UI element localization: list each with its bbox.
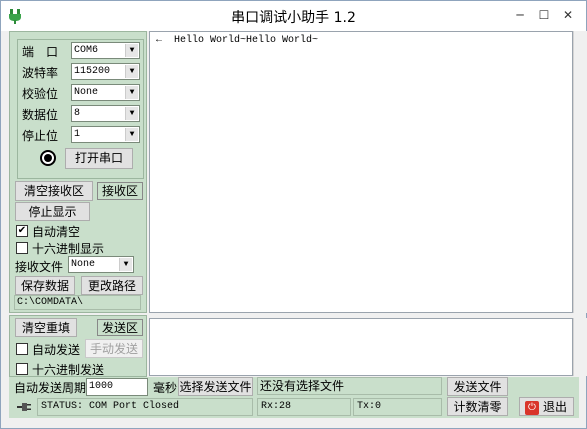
window-title: 串口调试小助手 1.2 <box>231 10 356 26</box>
rx-counter: Rx:28 <box>257 398 351 416</box>
baud-label: 波特率 <box>22 66 59 80</box>
port-status-indicator <box>40 150 56 166</box>
receive-textarea[interactable]: ← Hello World~Hello World~ <box>149 31 573 313</box>
baud-select-value: 115200 <box>74 66 111 77</box>
parity-select[interactable]: None ▼ <box>71 84 140 101</box>
receive-scrollbar[interactable] <box>573 31 587 313</box>
send-period-label: 自动发送周期 <box>14 381 87 395</box>
auto-clear-label: 自动清空 <box>32 225 81 239</box>
minimize-button[interactable]: ─ <box>511 7 529 23</box>
stopbits-select[interactable]: 1 ▼ <box>71 126 140 143</box>
stopbits-select-value: 1 <box>74 129 81 140</box>
title-bar: 串口调试小助手 1.2 ─ ☐ ✕ <box>1 1 586 31</box>
tx-counter: Tx:0 <box>353 398 442 416</box>
send-scrollbar[interactable] <box>573 318 587 376</box>
manual-send-button[interactable]: 手动发送 <box>85 339 143 358</box>
parity-label: 校验位 <box>22 87 59 101</box>
auto-send-checkbox[interactable] <box>16 343 28 355</box>
open-port-button[interactable]: 打开串口 <box>65 148 133 169</box>
chevron-down-icon: ▼ <box>125 107 138 120</box>
port-select[interactable]: COM6 ▼ <box>71 42 140 59</box>
maximize-button[interactable]: ☐ <box>535 7 553 23</box>
save-data-button[interactable]: 保存数据 <box>15 276 75 295</box>
baud-select[interactable]: 115200 ▼ <box>71 63 140 80</box>
chevron-down-icon: ▼ <box>125 44 138 57</box>
close-button[interactable]: ✕ <box>559 7 577 23</box>
hex-display-label: 十六进制显示 <box>32 242 105 256</box>
receive-file-value: None <box>71 259 96 270</box>
selected-file-field: 还没有选择文件 <box>257 377 442 395</box>
stop-display-button[interactable]: 停止显示 <box>15 202 90 221</box>
databits-label: 数据位 <box>22 108 59 122</box>
settings-panel: 端 口 COM6 ▼ 波特率 115200 ▼ 校验位 None ▼ 数据位 8… <box>9 31 147 313</box>
save-path-field: C:\COMDATA\ <box>14 295 141 310</box>
plug-status-icon <box>17 403 31 411</box>
clear-send-button[interactable]: 清空重填 <box>15 318 77 337</box>
port-label: 端 口 <box>22 45 59 59</box>
receive-area-tag: 接收区 <box>97 182 143 200</box>
databits-select[interactable]: 8 ▼ <box>71 105 140 122</box>
status-text: STATUS: COM Port Closed <box>37 398 253 416</box>
receive-file-label: 接收文件 <box>15 260 64 274</box>
auto-clear-checkbox[interactable]: ✔ <box>16 225 28 237</box>
hex-send-label: 十六进制发送 <box>32 363 105 377</box>
send-file-button[interactable]: 发送文件 <box>447 377 508 396</box>
reset-counter-button[interactable]: 计数清零 <box>447 397 508 416</box>
stopbits-label: 停止位 <box>22 129 59 143</box>
period-unit-label: 毫秒 <box>153 381 178 395</box>
select-send-file-button[interactable]: 选择发送文件 <box>178 377 253 396</box>
receive-content: ← Hello World~Hello World~ <box>156 35 319 46</box>
receive-file-select[interactable]: None ▼ <box>68 256 134 273</box>
hex-display-checkbox[interactable] <box>16 242 28 254</box>
chevron-down-icon: ▼ <box>125 128 138 141</box>
parity-select-value: None <box>74 87 99 98</box>
change-path-button[interactable]: 更改路径 <box>81 276 143 295</box>
databits-select-value: 8 <box>74 108 81 119</box>
send-controls-panel: 清空重填 发送区 自动发送 手动发送 十六进制发送 <box>9 315 147 377</box>
hex-send-checkbox[interactable] <box>16 363 28 375</box>
auto-send-label: 自动发送 <box>32 343 81 357</box>
port-select-value: COM6 <box>74 45 99 56</box>
power-icon: ⏻ <box>525 401 539 415</box>
chevron-down-icon: ▼ <box>125 86 138 99</box>
app-window: 串口调试小助手 1.2 ─ ☐ ✕ 端 口 COM6 ▼ 波特率 115200 … <box>0 0 587 429</box>
exit-label: 退出 <box>542 400 567 414</box>
clear-receive-button[interactable]: 清空接收区 <box>15 181 93 201</box>
send-area-tag: 发送区 <box>97 319 143 336</box>
send-period-input[interactable]: 1000 <box>86 378 148 396</box>
chevron-down-icon: ▼ <box>125 65 138 78</box>
chevron-down-icon: ▼ <box>119 258 132 271</box>
send-textarea[interactable] <box>149 318 573 376</box>
check-icon: ✔ <box>17 225 27 236</box>
